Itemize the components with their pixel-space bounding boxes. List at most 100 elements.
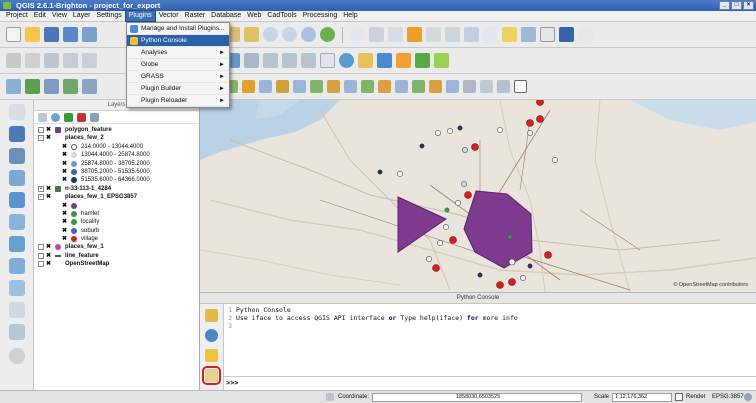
layer-visibility-checkbox[interactable]: ✖	[46, 253, 52, 259]
save-project-icon[interactable]	[44, 27, 59, 42]
coordinate-field[interactable]: 1858030,6503525	[372, 393, 582, 402]
paste-features-icon[interactable]	[301, 53, 316, 68]
expand-toggle-icon[interactable]: -	[38, 194, 44, 201]
pan-to-selection-icon[interactable]	[244, 27, 259, 42]
attribute-table-icon[interactable]	[388, 27, 403, 42]
layer-visibility-checkbox[interactable]: ✖	[46, 261, 52, 267]
menu-plugins[interactable]: Plugins	[124, 10, 156, 22]
expand-toggle-icon[interactable]: +	[38, 185, 44, 192]
place-point[interactable]	[508, 258, 516, 266]
move-label-icon[interactable]	[377, 53, 392, 68]
village-point[interactable]	[464, 191, 472, 199]
new-project-icon[interactable]	[6, 27, 21, 42]
menu-item-globe[interactable]: Globe ►	[127, 59, 229, 71]
menu-layer[interactable]: Layer	[70, 11, 94, 21]
layer-visibility-checkbox[interactable]: ✖	[62, 236, 68, 242]
place-point[interactable]	[443, 224, 449, 230]
expand-toggle-icon[interactable]	[38, 244, 44, 251]
merge-attributes-icon[interactable]	[412, 80, 425, 93]
layer-tree-row[interactable]: ✖ 38705.2000 - 51535.6000	[34, 168, 199, 176]
edit-line-icon[interactable]	[25, 53, 40, 68]
gps-icon[interactable]	[9, 348, 25, 364]
plugin-edit-icon[interactable]	[434, 53, 449, 68]
layer-tree-row[interactable]: ✖ 25874.8000 - 38705.2000	[34, 160, 199, 168]
scale-field[interactable]: 1:12,176,362	[612, 393, 672, 402]
plugin-green-icon[interactable]	[415, 53, 430, 68]
measure-icon[interactable]	[426, 27, 441, 42]
layer-visibility-checkbox[interactable]: ✖	[62, 169, 68, 175]
layer-visibility-checkbox[interactable]: ✖	[62, 161, 68, 167]
console-toggle-icon[interactable]	[514, 80, 527, 93]
layer-tree-row[interactable]: ✖ OpenStreetMap	[34, 260, 199, 268]
bookmark-icon[interactable]	[483, 27, 498, 42]
add-wcs-layer-icon[interactable]	[9, 148, 25, 164]
cut-features-icon[interactable]	[263, 53, 278, 68]
place-point[interactable]	[461, 181, 467, 187]
snap-icon[interactable]	[497, 80, 510, 93]
layer-tree-row[interactable]: ✖ locality	[34, 218, 199, 226]
offset-curve-icon[interactable]	[344, 80, 357, 93]
delete-selected-icon[interactable]	[244, 53, 259, 68]
identify-icon[interactable]	[350, 27, 365, 42]
menu-database[interactable]: Database	[208, 11, 244, 21]
delete-part-icon[interactable]	[310, 80, 323, 93]
layer-tree-row[interactable]: ✖ 51535.6000 - 64366.0000	[34, 176, 199, 184]
place-point[interactable]	[447, 128, 453, 134]
add-oracle-layer-icon[interactable]	[9, 192, 25, 208]
suburb-point[interactable]	[527, 263, 533, 269]
globe-icon[interactable]	[339, 53, 354, 68]
layer-tree-row[interactable]: ✖	[34, 202, 199, 210]
village-point[interactable]	[471, 143, 479, 151]
layer-visibility-checkbox[interactable]: ✖	[62, 219, 68, 225]
maximize-button[interactable]: □	[731, 1, 742, 10]
edit-pencil-icon[interactable]	[6, 53, 21, 68]
layer-visibility-checkbox[interactable]: ✖	[46, 127, 52, 133]
menu-raster[interactable]: Raster	[182, 11, 209, 21]
menu-view[interactable]: View	[49, 11, 70, 21]
layout-manager-icon[interactable]	[521, 27, 536, 42]
expand-toggle-icon[interactable]	[38, 261, 44, 268]
new-temporary-layer-icon[interactable]	[9, 324, 25, 340]
layer-visibility-checkbox[interactable]: ✖	[46, 194, 52, 200]
map-tips-icon[interactable]	[464, 27, 479, 42]
run-command-icon[interactable]	[205, 349, 218, 362]
layer-visibility-checkbox[interactable]: ✖	[46, 186, 52, 192]
add-postgis-layer-icon[interactable]	[44, 79, 59, 94]
village-point[interactable]	[536, 115, 544, 123]
show-all-layers-icon[interactable]	[51, 112, 60, 122]
place-point[interactable]	[435, 130, 441, 136]
layer-tree-row[interactable]: ✖ suburb	[34, 227, 199, 235]
layer-visibility-checkbox[interactable]: ✖	[46, 135, 52, 141]
simplify-feature-icon[interactable]	[242, 80, 255, 93]
menu-item-grass[interactable]: GRASS ►	[127, 71, 229, 83]
menu-item-analyses[interactable]: Analyses ►	[127, 47, 229, 59]
add-wms-layer-icon[interactable]	[9, 126, 25, 142]
add-ring-icon[interactable]	[259, 80, 272, 93]
save-as-icon[interactable]	[63, 27, 78, 42]
village-point[interactable]	[508, 278, 516, 286]
village-point[interactable]	[449, 236, 457, 244]
menu-edit[interactable]: Edit	[31, 11, 49, 21]
village-point[interactable]	[496, 281, 504, 289]
hamlet-point[interactable]	[507, 234, 513, 240]
menu-item-plugin-builder[interactable]: Plugin Builder ►	[127, 83, 229, 95]
menu-cadtools[interactable]: CadTools	[264, 11, 299, 21]
move-feature-icon[interactable]	[82, 53, 97, 68]
layer-tree-row[interactable]: ✖ line_feature	[34, 252, 199, 260]
menu-item-manage-plugins[interactable]: Manage and Install Plugins...	[127, 23, 229, 35]
new-shapefile-icon[interactable]	[9, 258, 25, 274]
layer-visibility-checkbox[interactable]: ✖	[62, 177, 68, 183]
menu-processing[interactable]: Processing	[300, 11, 341, 21]
merge-features-icon[interactable]	[395, 80, 408, 93]
open-project-icon[interactable]	[25, 27, 40, 42]
label-tool-icon[interactable]	[320, 53, 335, 68]
change-label-icon[interactable]	[396, 53, 411, 68]
whats-this-icon[interactable]	[578, 27, 593, 42]
refresh-icon[interactable]	[320, 27, 335, 42]
layer-visibility-checkbox[interactable]: ✖	[46, 244, 52, 250]
layer-tree-row[interactable]: + ✖ n-33-113-1_4284	[34, 185, 199, 193]
field-calculator-icon[interactable]	[407, 27, 422, 42]
village-point[interactable]	[536, 100, 544, 106]
split-parts-icon[interactable]	[378, 80, 391, 93]
layer-tree-row[interactable]: ✖ village	[34, 235, 199, 243]
